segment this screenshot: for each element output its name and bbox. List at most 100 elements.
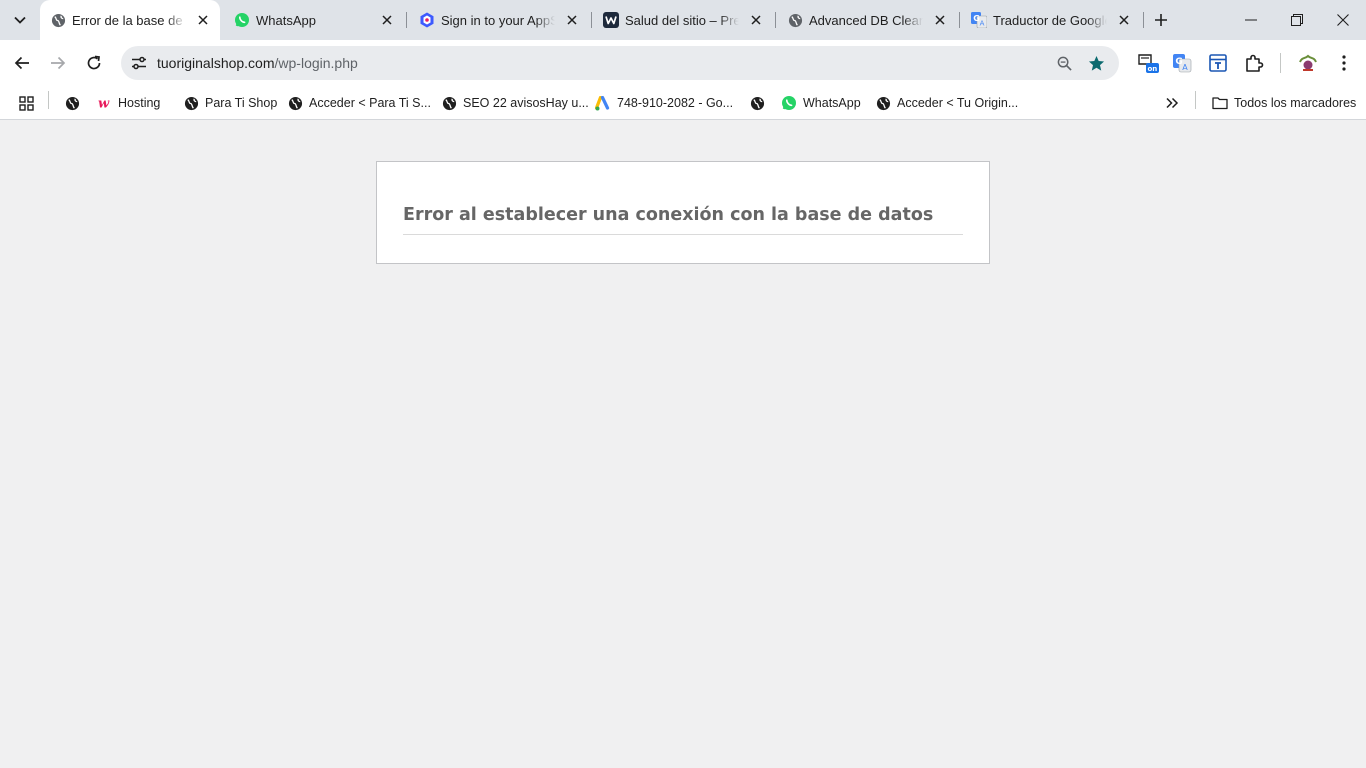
hosting-w-icon: w [96,95,112,111]
bookmarks-bar: w Hosting Para Ti Shop Acceder < Para Ti… [0,86,1366,120]
profile-avatar-icon[interactable] [1296,51,1320,75]
apps-button[interactable] [18,91,40,115]
reload-icon [87,55,101,70]
appsheet-icon [419,12,435,28]
bookmark-item-whatsapp[interactable]: WhatsApp [781,91,861,115]
url-path: /wp-login.php [274,55,358,71]
tab-title: Salud del sitio – Preguntas [625,13,739,28]
forward-button[interactable] [45,50,71,76]
google-ads-icon [595,95,611,111]
bookmark-label: Hosting [118,96,161,110]
bookmark-item-hosting[interactable]: w Hosting [96,91,160,115]
google-translate-extension-icon[interactable]: GA [1170,51,1194,75]
tab-search-button[interactable] [8,7,32,33]
bookmark-label: Para Ti Shop [205,96,278,110]
bookmark-item-acceder-para-ti[interactable]: Acceder < Para Ti S... [287,91,431,115]
bookmark-item-google-ads[interactable]: 748-910-2082 - Go... [595,91,733,115]
close-tab-icon[interactable] [196,13,210,27]
whatsapp-icon [781,95,797,111]
bookmark-label: 748-910-2082 - Go... [617,96,734,110]
tab-google-translate[interactable]: GA Traductor de Google [961,0,1141,40]
close-tab-icon[interactable] [749,13,763,27]
close-tab-icon[interactable] [380,13,394,27]
menu-more-icon[interactable] [1332,51,1356,75]
bookmarks-separator [48,91,49,109]
zoom-icon[interactable] [1055,54,1073,72]
address-bar[interactable]: tuoriginalshop.com/wp-login.php [121,46,1119,80]
arrow-right-icon [51,56,66,70]
bookmark-item-globe[interactable] [64,91,86,115]
bookmark-label: Acceder < Tu Origin... [897,96,1019,110]
tab-advanced-db-cleaner[interactable]: Advanced DB Cleaner [777,0,957,40]
reload-button[interactable] [81,50,107,76]
url-host: tuoriginalshop.com [157,55,275,71]
tab-appsheet[interactable]: Sign in to your AppSheet [409,0,589,40]
error-message-box: Error al establecer una conexión con la … [376,161,990,264]
tab-strip: Error de la base de datos WhatsApp Sign … [0,0,1366,40]
svg-text:w: w [98,97,110,111]
globe-icon [50,12,66,28]
globe-icon [875,95,891,111]
tab-separator [959,12,960,28]
double-chevron-right-icon [1164,95,1180,111]
svg-text:on: on [1148,65,1158,73]
close-tab-icon[interactable] [1117,13,1131,27]
wp-site-icon [603,12,619,28]
close-tab-icon[interactable] [565,13,579,27]
tab-whatsapp[interactable]: WhatsApp [224,0,404,40]
bookmark-label: SEO 22 avisosHay u... [463,96,589,110]
tab-title: Error de la base de datos [72,13,186,28]
bookmark-item-seo[interactable]: SEO 22 avisosHay u... [441,91,589,115]
svg-text:A: A [980,20,985,28]
error-heading: Error al establecer una conexión con la … [403,204,963,235]
minimize-button[interactable] [1228,0,1274,40]
more-bookmarks-button[interactable] [1164,91,1186,115]
close-tab-icon[interactable] [933,13,947,27]
minimize-icon [1245,19,1257,21]
bookmark-label: Acceder < Para Ti S... [309,96,431,110]
globe-icon [287,95,303,111]
tab-title: Sign in to your AppSheet [441,13,555,28]
tab-separator [406,12,407,28]
tab-separator [1143,12,1144,28]
extension-on-icon[interactable]: on [1136,51,1160,75]
toolbar-separator [1280,53,1281,73]
close-icon [1337,14,1349,26]
close-window-button[interactable] [1320,0,1366,40]
chevron-down-icon [14,16,26,24]
globe-icon [64,95,80,111]
browser-toolbar: tuoriginalshop.com/wp-login.php on GA [0,40,1366,86]
globe-icon [183,95,199,111]
tab-separator [775,12,776,28]
back-button[interactable] [9,50,35,76]
apps-grid-icon [18,95,34,111]
tab-separator [591,12,592,28]
bookmark-label: WhatsApp [803,96,861,110]
globe-icon [787,12,803,28]
page-layout-extension-icon[interactable] [1206,51,1230,75]
tab-site-health[interactable]: Salud del sitio – Preguntas [593,0,773,40]
google-translate-icon: GA [971,12,987,28]
bookmark-item-globe-2[interactable] [749,91,771,115]
extensions-puzzle-icon[interactable] [1242,51,1266,75]
tab-title: WhatsApp [256,13,370,28]
tab-error-database[interactable]: Error de la base de datos [40,0,220,40]
restore-icon [1291,14,1303,26]
all-bookmarks-folder[interactable]: Todos los marcadores [1212,91,1356,115]
svg-text:A: A [1182,63,1188,72]
all-bookmarks-label: Todos los marcadores [1234,96,1357,110]
bookmark-item-acceder-tu-original[interactable]: Acceder < Tu Origin... [875,91,1018,115]
tab-title: Traductor de Google [993,13,1107,28]
plus-icon [1155,14,1167,26]
site-info-icon[interactable] [127,51,151,75]
whatsapp-icon [234,12,250,28]
url-text: tuoriginalshop.com/wp-login.php [157,55,358,71]
globe-icon [749,95,765,111]
arrow-left-icon [14,56,29,70]
bookmark-star-icon[interactable] [1087,54,1105,72]
tab-title: Advanced DB Cleaner [809,13,923,28]
bookmark-item-para-ti-shop[interactable]: Para Ti Shop [183,91,277,115]
globe-icon [441,95,457,111]
new-tab-button[interactable] [1152,11,1170,29]
restore-button[interactable] [1274,0,1320,40]
